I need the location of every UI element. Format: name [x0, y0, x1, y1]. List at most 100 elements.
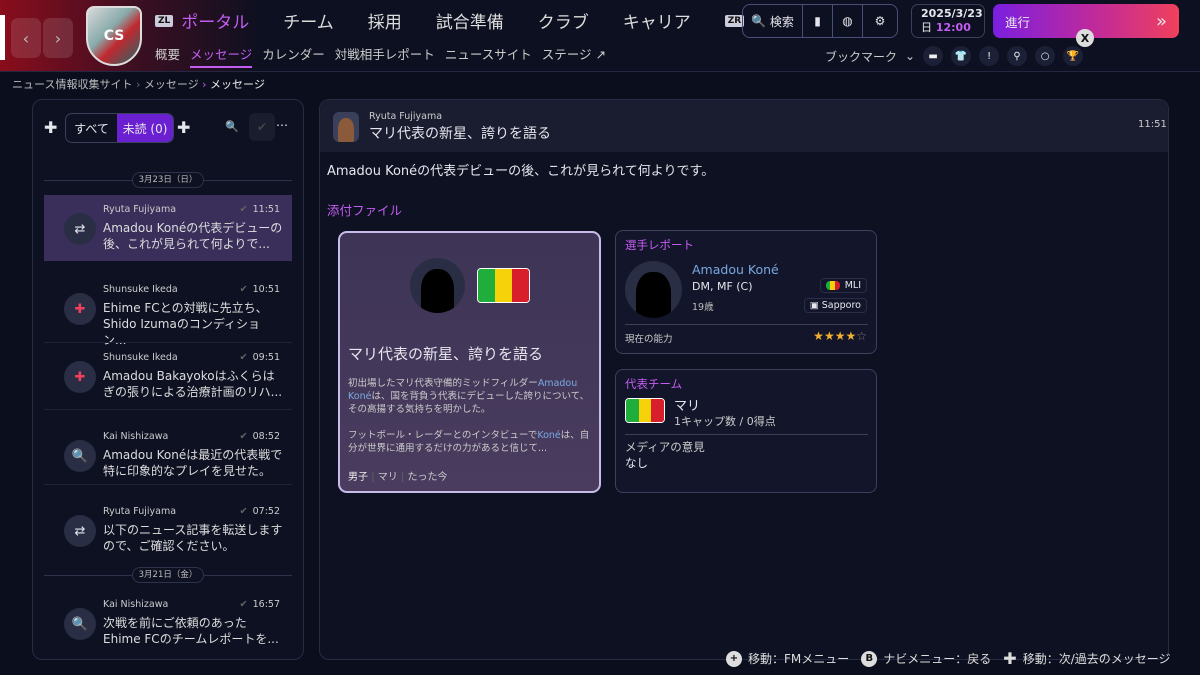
national-team-card[interactable]: 代表チーム マリ 1キャップ数 / 0得点 メディアの意見 なし	[615, 369, 877, 493]
proceed-label: 進行	[1005, 14, 1031, 30]
globe-icon[interactable]: ◍	[833, 5, 863, 37]
nav-club[interactable]: クラブ	[538, 8, 589, 33]
search-icon[interactable]: 🔍	[225, 120, 239, 133]
message-item[interactable]: 🔍 Kai Nishizawa ✔ 16:57 次戦を前にご依頼のあったEhime FC…	[44, 590, 292, 656]
subnav-news-site[interactable]: ニュースサイト	[445, 44, 532, 68]
club-badge[interactable]: ▣ Sapporo	[803, 298, 867, 313]
news-text: は、国を背負う代表にデビューした誇りについて、その高揚する気持ちを明かした。	[348, 391, 590, 415]
bookmark-bar: ブックマーク ⌄ ▬ 👕 ! ⚲ ○ 🏆	[825, 46, 1084, 66]
external-link-icon: ↗	[595, 47, 606, 62]
zl-key: ZL	[155, 14, 174, 27]
double-chevron-icon: »	[1155, 10, 1167, 32]
tag: 男子	[348, 472, 368, 483]
filter-unread-tab[interactable]: 未読 (0)	[117, 114, 173, 142]
sender-avatar	[333, 112, 359, 142]
subnav-stage[interactable]: ステージ ↗	[542, 44, 606, 68]
message-from: Shunsuke Ikeda	[103, 352, 178, 363]
date-separator: 3月21日（金）	[44, 567, 292, 583]
chat-icon[interactable]: ▬	[923, 46, 944, 66]
national-team-label: 代表チーム	[625, 377, 683, 391]
shirt-icon[interactable]: 👕	[951, 46, 972, 66]
player-silhouette	[625, 261, 682, 318]
message-item[interactable]: ⇄ Ryuta Fujiyama ✔ 11:51 Amadou Konéの代表デビューの…	[44, 195, 292, 261]
player-link[interactable]: Koné	[537, 430, 560, 441]
settings-icon[interactable]: ⚙	[863, 5, 897, 37]
search-button[interactable]: 🔍 検索	[743, 5, 803, 37]
scout-icon[interactable]: ⚲	[1007, 46, 1028, 66]
message-item[interactable]: ⇄ Ryuta Fujiyama ✔ 07:52 以下のニュース記事を転送しますので、ご…	[44, 497, 292, 563]
bookmark-icon[interactable]: ▮	[803, 5, 833, 37]
subnav-calendar[interactable]: カレンダー	[262, 44, 325, 68]
read-check-icon: ✔	[239, 284, 248, 295]
date-label: 3月21日（金）	[132, 567, 204, 583]
message-from: Ryuta Fujiyama	[103, 204, 177, 215]
controller-hints: + 移動：FMメニュー B ナビメニュー：戻る ✚ 移動：次/過去のメッセージ	[726, 649, 1171, 668]
back-button[interactable]: ‹	[11, 18, 41, 58]
inbox-filter: すべて 未読 (0)	[65, 113, 174, 143]
forward-button[interactable]: ›	[43, 18, 73, 58]
news-tags: 男子 | マリ | たった今	[348, 472, 448, 483]
country-name: マリ	[674, 399, 701, 414]
time-text: 12:00	[935, 21, 971, 34]
date-display[interactable]: 2025/3/23 日 12:00	[911, 4, 985, 38]
mark-read-button[interactable]: ✔	[249, 113, 275, 141]
b-button-icon: B	[861, 650, 878, 667]
message-preview: Amadou Konéの代表デビューの後、これが見られて何よりで...	[103, 221, 283, 251]
nav-portal[interactable]: ポータル	[181, 8, 249, 33]
trophy-icon[interactable]: 🏆	[1063, 46, 1084, 66]
club-crest[interactable]: CS	[86, 6, 142, 66]
club-name: Sapporo	[821, 300, 861, 311]
alert-icon[interactable]: !	[979, 46, 1000, 66]
chevron-down-icon[interactable]: ⌄	[905, 49, 915, 63]
x-key: X	[1076, 29, 1094, 47]
message-time: 07:52	[252, 506, 280, 517]
message-preview: Amadou Bakayokoはふくらはぎの張りによる治療計画のリハ...	[103, 369, 283, 399]
medical-icon: ✚	[64, 293, 96, 325]
nav-team[interactable]: チーム	[283, 8, 334, 33]
message-item[interactable]: 🔍 Kai Nishizawa ✔ 08:52 Amadou Konéは最近の代表戦で特…	[44, 422, 292, 488]
breadcrumb-current: メッセージ	[210, 78, 265, 91]
message-item[interactable]: ✚ Shunsuke Ikeda ✔ 09:51 Amadou Bakayokoはふくら…	[44, 343, 292, 409]
transfer-icon: ⇄	[64, 515, 96, 547]
caps-goals: 1キャップ数 / 0得点	[674, 415, 776, 428]
star-icon: ★	[823, 329, 835, 343]
filter-all-tab[interactable]: すべて	[66, 114, 117, 142]
message-from: Kai Nishizawa	[103, 431, 169, 442]
subnav-messages[interactable]: メッセージ	[190, 44, 253, 68]
date-label: 3月23日（日）	[132, 172, 204, 188]
star-icon: ★	[845, 329, 857, 343]
dpad-icon: ✚	[1003, 649, 1017, 668]
nav-recruitment[interactable]: 採用	[368, 8, 402, 33]
message-from: Shunsuke Ikeda	[103, 284, 178, 295]
main-nav: ZL ポータル チーム 採用 試合準備 クラブ キャリア ZR	[155, 8, 745, 33]
nation-badge[interactable]: MLI	[819, 278, 867, 293]
toolbar: 🔍 検索 ▮ ◍ ⚙	[742, 4, 898, 38]
transfer-icon: ⇄	[64, 213, 96, 245]
player-report-card[interactable]: 選手レポート Amadou Koné DM, MF (C) 19歳 MLI ▣ …	[615, 230, 877, 354]
message-preview: Ehime FCとの対戦に先立ち、Shido Izumaのコンディション...	[103, 301, 268, 347]
nav-career[interactable]: キャリア	[623, 8, 691, 33]
message-preview: 次戦を前にご依頼のあったEhime FCのチームレポートを...	[103, 616, 279, 646]
ability-label: 現在の能力	[625, 334, 673, 345]
subnav-overview[interactable]: 概要	[155, 44, 180, 68]
edge-marker	[0, 15, 5, 60]
subnav-opponent-report[interactable]: 対戦相手レポート	[335, 44, 435, 68]
message-body: Amadou Konéの代表デビューの後、これが見られて何よりです。	[327, 164, 715, 179]
bookmark-dropdown[interactable]: ブックマーク	[825, 48, 897, 65]
nav-match-prep[interactable]: 試合準備	[436, 8, 504, 33]
player-name[interactable]: Amadou Koné	[692, 262, 779, 277]
player-age: 19歳	[692, 302, 714, 313]
news-attachment-card[interactable]: マリ代表の新星、誇りを語る 初出場したマリ代表守備的ミッドフィルダーAmadou…	[338, 231, 601, 493]
breadcrumb-news-site[interactable]: ニュース情報収集サイト	[12, 78, 132, 91]
player-silhouette	[410, 258, 465, 313]
divider	[44, 484, 292, 485]
breadcrumb-messages[interactable]: メッセージ	[144, 78, 199, 91]
media-opinion-label: メディアの意見	[625, 440, 705, 454]
message-from: Ryuta Fujiyama	[103, 506, 177, 517]
read-check-icon: ✔	[239, 204, 248, 215]
hint-next-prev: 移動：次/過去のメッセージ	[1022, 652, 1171, 666]
more-icon[interactable]: ⋯	[276, 118, 288, 132]
refresh-icon[interactable]: ○	[1035, 46, 1056, 66]
message-item[interactable]: ✚ Shunsuke Ikeda ✔ 10:51 Ehime FCとの対戦に先立ち、Sh…	[44, 275, 292, 347]
search-label: 検索	[769, 14, 794, 29]
